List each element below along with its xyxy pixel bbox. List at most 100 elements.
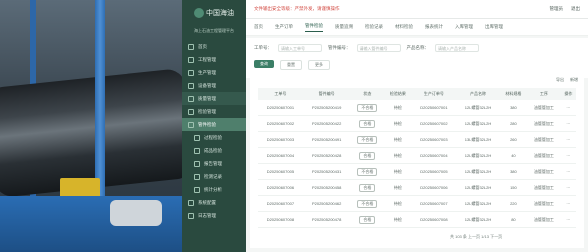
table-cell: D20250607001 xyxy=(258,100,303,116)
sidebar-item-7[interactable]: 过程检验 xyxy=(182,131,246,144)
search-button[interactable]: 查询 xyxy=(254,60,274,68)
table-cell: 40 xyxy=(499,147,528,164)
nav-icon xyxy=(188,95,194,102)
filter-input-order[interactable]: 请输入工单号 xyxy=(278,44,322,52)
table-cell: D20250607004 xyxy=(411,147,457,164)
sidebar-item-2[interactable]: 生产管理 xyxy=(182,66,246,79)
sidebar-nav: 首页工程管理生产管理 设备管理 质量管理检验管理管件检验过程检验 成品检验报告管理检测… xyxy=(182,40,246,222)
table-cell: D20250607008 xyxy=(258,211,303,228)
table-cell: D20250607005 xyxy=(258,163,303,180)
filter-input-tube[interactable]: 请输入管件编号 xyxy=(356,44,401,52)
table-cell: 待检 xyxy=(384,211,412,228)
logo-icon xyxy=(194,8,204,18)
nav-icon xyxy=(188,43,194,50)
table-row[interactable]: D20250607006 P202505200458 合格 待检 D2025060700… xyxy=(258,179,576,196)
table-cell[interactable]: ··· xyxy=(560,100,576,116)
logout-link[interactable]: 退出 xyxy=(571,6,580,12)
table-body: D20250607001 P202505200419 不合格 待检 D202506070… xyxy=(258,100,576,228)
table-row[interactable]: D20250607002 P202505200422 合格 待检 D2025060700… xyxy=(258,115,576,132)
tab-0[interactable]: 首页 xyxy=(254,24,263,30)
table-row[interactable]: D20250607001 P202505200419 不合格 待检 D202506070… xyxy=(258,100,576,116)
reset-button[interactable]: 重置 xyxy=(280,60,302,70)
column-header: 检验结果 xyxy=(384,88,412,100)
export-button[interactable]: 导出 xyxy=(556,77,564,83)
sidebar-item-label: 管件检验 xyxy=(198,121,216,127)
pager-next[interactable]: 下一页 xyxy=(490,234,502,239)
table-cell: D20250607007 xyxy=(411,195,457,212)
table-cell[interactable]: ··· xyxy=(560,195,576,212)
filter-label-tube: 管件编号： xyxy=(328,45,351,50)
table-cell: D20250607006 xyxy=(258,179,303,196)
table-cell[interactable]: ··· xyxy=(560,163,576,180)
table-cell: 待检 xyxy=(384,163,412,180)
more-button[interactable]: 更多 xyxy=(308,60,330,70)
tab-5[interactable]: 材料检验 xyxy=(395,24,413,30)
status-badge: 不合格 xyxy=(357,103,378,112)
table-cell: 油管管加工 xyxy=(527,131,561,148)
table-cell: D20250607004 xyxy=(258,147,303,164)
table-cell: 13L螺管32L2H xyxy=(456,131,500,148)
table-cell: 油管管加工 xyxy=(527,100,561,116)
tab-3[interactable]: 质量追溯 xyxy=(335,24,353,30)
tab-1[interactable]: 生产订单 xyxy=(275,24,293,30)
tab-7[interactable]: 入库管理 xyxy=(455,24,473,30)
sidebar-item-9[interactable]: 报告管理 xyxy=(182,157,246,170)
sidebar-item-label: 报告管理 xyxy=(204,160,222,166)
table-cell: P202505200458 xyxy=(302,179,351,196)
pager-prev[interactable]: 上一页 xyxy=(468,234,480,239)
pager-summary: 共 103 条 xyxy=(450,234,467,239)
table-cell: P202505200462 xyxy=(302,195,351,212)
column-header: 状态 xyxy=(350,88,385,100)
tab-2[interactable]: 管件检验 xyxy=(305,23,323,32)
table-row[interactable]: D20250607008 P202505200478 合格 待检 D2025060700… xyxy=(258,211,576,228)
table-cell[interactable]: ··· xyxy=(560,115,576,132)
column-header: 工序 xyxy=(527,88,561,100)
filter-label-product: 产品名称： xyxy=(406,45,430,50)
table-cell: 油管管加工 xyxy=(527,195,561,212)
sidebar-item-label: 系统配置 xyxy=(198,199,216,205)
sidebar-item-label: 工程管理 xyxy=(198,56,216,62)
table-cell: 油管管加工 xyxy=(527,147,561,164)
sidebar-item-10[interactable]: 检测记录 xyxy=(182,170,246,183)
table-cell: 不合格 xyxy=(350,100,385,116)
sidebar-item-13[interactable]: 日志管理 xyxy=(182,209,246,222)
sidebar-item-3[interactable]: 设备管理 xyxy=(182,79,246,92)
sidebar-item-5[interactable]: 检验管理 xyxy=(182,105,246,118)
filter-input-product[interactable]: 请输入产品名称 xyxy=(435,44,479,52)
table-row[interactable]: D20250607007 P202505200462 不合格 待检 D202506070… xyxy=(258,195,576,212)
table-cell: 12L螺管32L2H xyxy=(456,115,500,132)
user-label[interactable]: 管理员 xyxy=(550,6,564,12)
table-row[interactable]: D20250607005 P202505200431 不合格 待检 D202506070… xyxy=(258,163,576,180)
sidebar-item-12[interactable]: 系统配置 xyxy=(182,196,246,209)
table-cell: 150 xyxy=(499,179,528,196)
table-row[interactable]: D20250607003 P202505200491 不合格 待检 D202506070… xyxy=(258,131,576,148)
tab-8[interactable]: 出库管理 xyxy=(485,24,503,30)
sidebar-item-8[interactable]: 成品检验 xyxy=(182,144,246,157)
table-toolbar: 导出 新增 xyxy=(250,72,584,88)
table-cell: 油管管加工 xyxy=(527,115,561,132)
sidebar-item-1[interactable]: 工程管理 xyxy=(182,53,246,66)
equipment-photo xyxy=(0,0,182,252)
table-row[interactable]: D20250607004 P202505200428 合格 待检 D2025060700… xyxy=(258,147,576,164)
table-cell: D20250607002 xyxy=(411,115,457,132)
nav-icon xyxy=(188,199,194,206)
sidebar: 中国海油 海上石油工程管理平台 首页 工程管理 生产管理 设备管理 质量管理 检验管理 管件… xyxy=(182,0,246,252)
tab-4[interactable]: 检验记录 xyxy=(365,24,383,30)
table-cell[interactable]: ··· xyxy=(560,131,576,148)
table-cell: 合格 xyxy=(350,115,385,132)
sidebar-item-label: 检验管理 xyxy=(198,108,216,114)
add-button[interactable]: 新增 xyxy=(570,77,578,83)
table-card: 导出 新增 工单号 管件编号 状态 检验结果 生产订单号 产品名称 材料规格 工序 操作 D20… xyxy=(250,72,584,248)
sidebar-item-6[interactable]: 管件检验 xyxy=(182,118,246,131)
sidebar-item-4[interactable]: 质量管理 xyxy=(182,92,246,105)
table-cell: 油管管加工 xyxy=(527,163,561,180)
table-cell[interactable]: ··· xyxy=(560,179,576,196)
table-cell: P202505200491 xyxy=(302,131,351,148)
table-cell: 80 xyxy=(499,211,528,228)
sidebar-item-11[interactable]: 统计分析 xyxy=(182,183,246,196)
sidebar-item-0[interactable]: 首页 xyxy=(182,40,246,53)
table-cell[interactable]: ··· xyxy=(560,147,576,164)
table-cell[interactable]: ··· xyxy=(560,211,576,228)
tab-6[interactable]: 报表统计 xyxy=(425,24,443,30)
status-badge: 不合格 xyxy=(357,199,378,208)
